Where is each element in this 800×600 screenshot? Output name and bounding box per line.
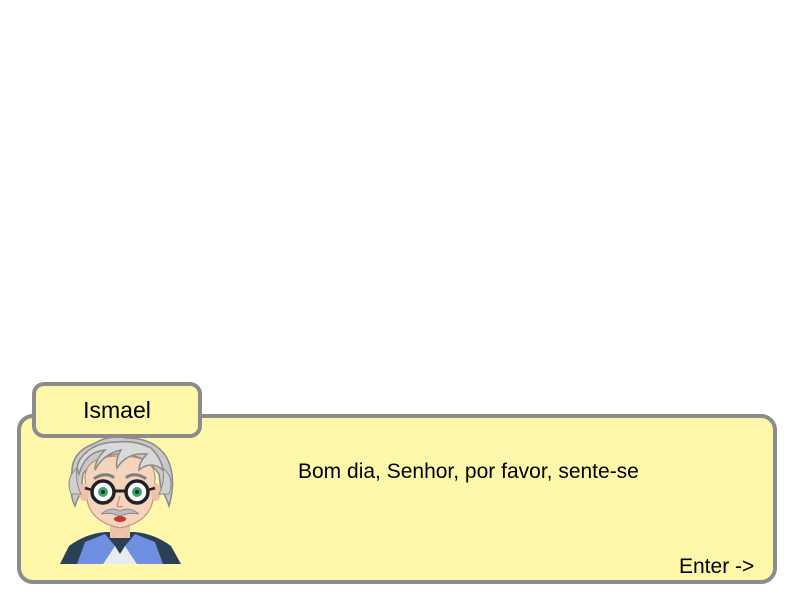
continue-prompt[interactable]: Enter -> — [679, 555, 754, 579]
elderly-scientist-portrait-icon — [55, 434, 185, 564]
game-scene: Ismael Bom dia, Senhor, por favor, sente… — [0, 0, 800, 600]
speaker-name-tag: Ismael — [32, 382, 202, 438]
speaker-name: Ismael — [83, 396, 151, 423]
dialog-text: Bom dia, Senhor, por favor, sente-se — [298, 460, 639, 483]
